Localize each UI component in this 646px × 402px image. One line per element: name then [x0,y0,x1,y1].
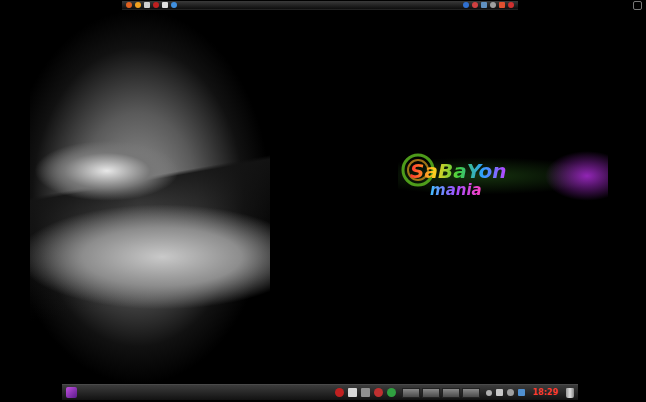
applet-icons [463,2,514,8]
bottom-panel: 18:29 [62,384,578,400]
quick-launch [335,388,396,397]
wallpaper: SaBaYonmania [0,10,646,384]
clock[interactable]: 18:29 [531,388,560,398]
sabayon-logo: SaBaYonmania [398,148,608,210]
firefox-icon[interactable] [135,2,141,8]
top-panel [122,1,518,10]
system-tray [486,389,525,396]
trash-icon[interactable] [566,388,574,398]
logo-word: mania [430,182,482,199]
settings-icon[interactable] [144,2,150,8]
record-icon[interactable] [374,388,383,397]
desktop: SaBaYonmania 18:29 [0,0,646,402]
pager-cell[interactable] [462,388,480,398]
power-icon[interactable] [508,2,514,8]
tree-icon[interactable] [387,388,396,397]
launcher-icons [126,2,177,8]
top-row [0,0,646,10]
document-icon[interactable] [162,2,168,8]
game-icon[interactable] [499,2,505,8]
corner-icon[interactable] [633,1,642,10]
tool-icon[interactable] [496,389,503,396]
app-icon[interactable] [335,388,344,397]
pager-cell[interactable] [442,388,460,398]
browser-icon[interactable] [126,2,132,8]
update-icon[interactable] [472,2,478,8]
pager-cell[interactable] [422,388,440,398]
wallpaper-photo [30,10,270,384]
mail-icon[interactable] [463,2,469,8]
network-icon[interactable] [518,389,525,396]
volume-icon[interactable] [507,389,514,396]
menu-icon[interactable] [66,387,77,398]
network-icon[interactable] [171,2,177,8]
arrow-icon[interactable] [486,390,492,396]
notes-icon[interactable] [348,388,357,397]
media-icon[interactable] [153,2,159,8]
gear-icon[interactable] [490,2,496,8]
pager-cell[interactable] [402,388,420,398]
logo-word: SaBaYon [410,160,507,182]
desktop-pager [402,388,480,398]
terminal-icon[interactable] [481,2,487,8]
monitor-icon[interactable] [361,388,370,397]
